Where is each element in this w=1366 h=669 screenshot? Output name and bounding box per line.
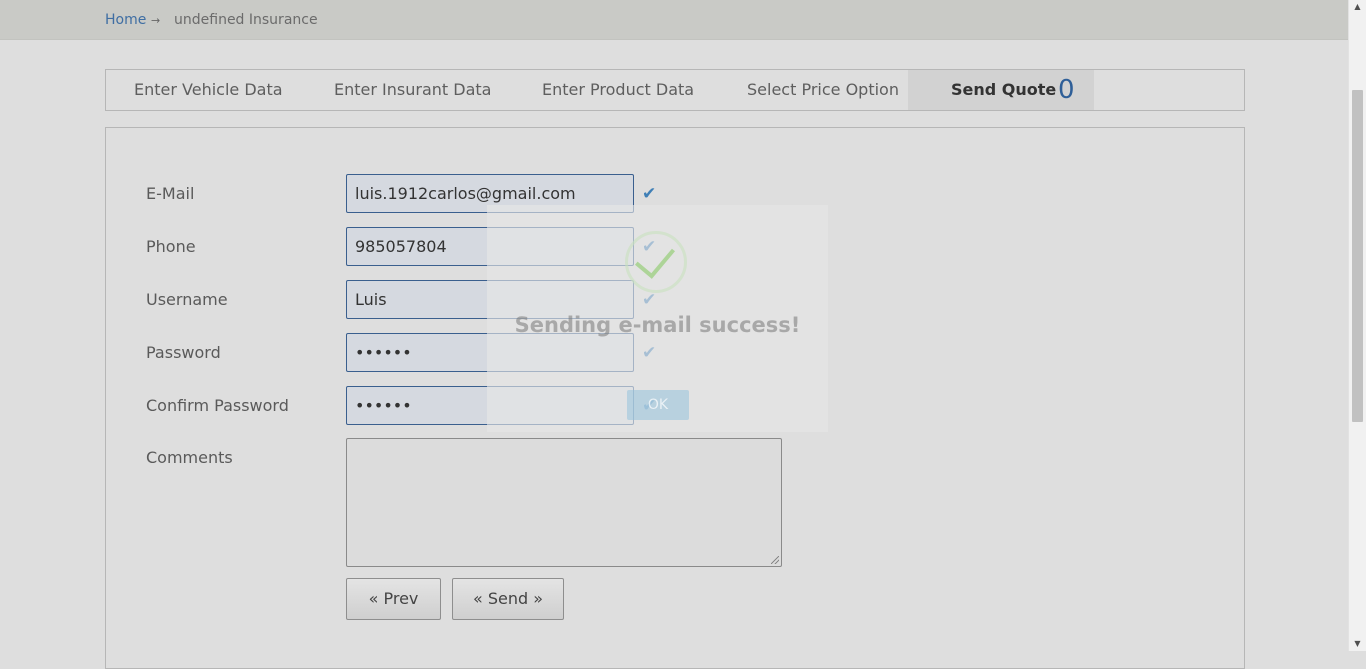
breadcrumb-current: undefined Insurance [174,12,318,28]
success-check-icon [625,231,687,293]
scrollbar-thumb[interactable] [1352,90,1363,422]
tab-send-quote-counter: 0 [1058,75,1075,105]
page-scrollbar[interactable]: ▲ ▼ [1348,0,1366,651]
breadcrumb-home-link[interactable]: Home [105,11,146,29]
tab-select-price-option[interactable]: Select Price Option [747,70,899,110]
send-button[interactable]: « Send » [452,578,564,620]
success-dialog: Sending e-mail success! OK [487,205,828,432]
resize-grip-icon[interactable] [771,556,779,564]
breadcrumb-arrow-icon: → [151,14,161,27]
phone-label: Phone [146,237,196,256]
email-valid-check-icon: ✔ [642,184,657,204]
scroll-up-arrow-icon[interactable]: ▲ [1349,0,1366,14]
wizard-tabs: Enter Vehicle Data Enter Insurant Data E… [105,69,1245,111]
confirm-password-label: Confirm Password [146,396,289,415]
email-label: E-Mail [146,184,195,203]
password-label: Password [146,343,221,362]
tab-enter-vehicle-data[interactable]: Enter Vehicle Data [134,70,283,110]
tab-enter-product-data[interactable]: Enter Product Data [542,70,694,110]
username-label: Username [146,290,228,309]
tab-send-quote-label: Send Quote [951,80,1057,99]
success-dialog-ok-button[interactable]: OK [627,390,689,420]
scroll-down-arrow-icon[interactable]: ▼ [1349,637,1366,651]
tab-send-quote[interactable]: Send Quote 0 [908,70,1094,110]
prev-button[interactable]: « Prev [346,578,441,620]
tab-enter-insurant-data[interactable]: Enter Insurant Data [334,70,491,110]
comments-label: Comments [146,448,233,467]
comments-textarea[interactable] [346,438,782,567]
success-dialog-title: Sending e-mail success! [514,313,801,337]
breadcrumb-bar: Home → undefined Insurance [0,0,1349,40]
